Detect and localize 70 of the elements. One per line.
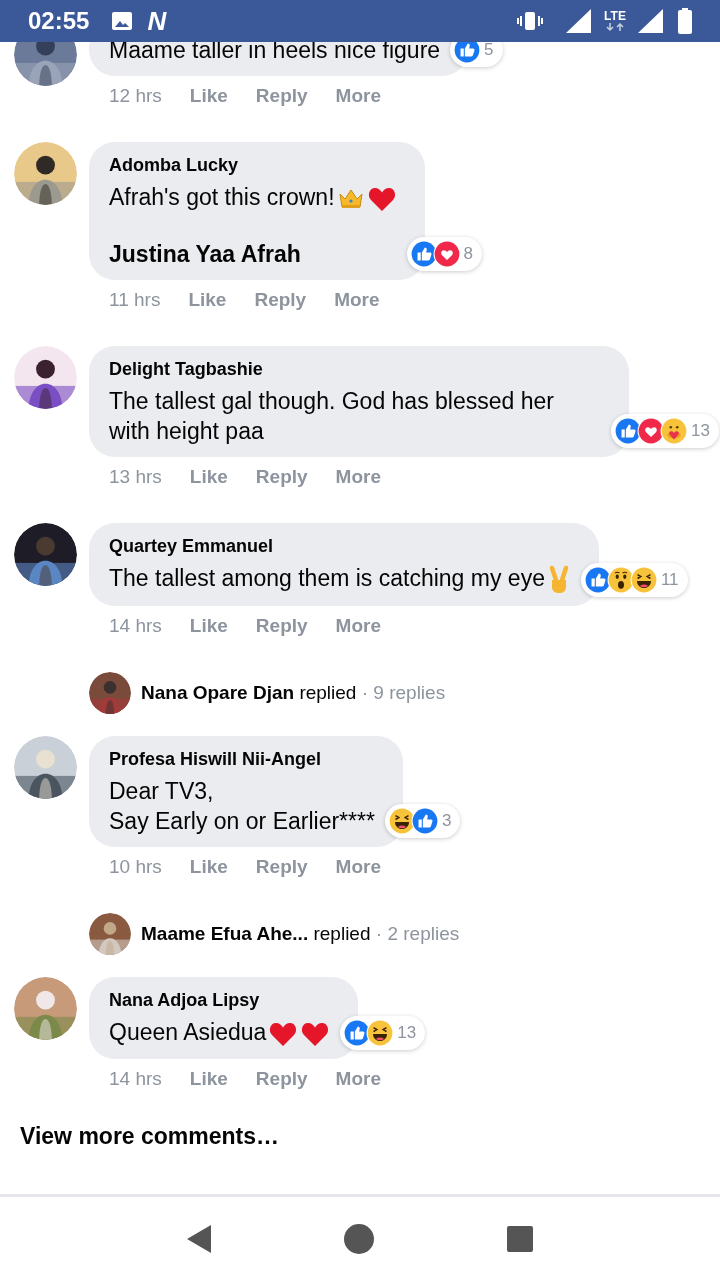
comment-author: Profesa Hiswill Nii-Angel: [109, 747, 323, 770]
back-icon[interactable]: [185, 1223, 212, 1254]
comment-time: 11 hrs: [109, 287, 161, 312]
reaction-summary[interactable]: 8: [406, 236, 482, 271]
comment-author: Adomba Lucky: [109, 154, 240, 176]
comment-author: Quartey Emmanuel: [109, 534, 275, 557]
comment-action-button[interactable]: More: [335, 462, 381, 492]
view-more-comments-link[interactable]: View more comments…: [20, 1120, 280, 1151]
laughing-reaction-icon: [629, 565, 658, 594]
signal-icon: [638, 9, 664, 33]
like-reaction-icon: [410, 806, 439, 835]
status-time: 02:55: [28, 6, 90, 36]
comment-time: 14 hrs: [109, 613, 162, 638]
comment-action-button[interactable]: Like: [189, 1064, 228, 1093]
data-arrows-icon: [604, 22, 626, 32]
comment-action-button[interactable]: Reply: [255, 462, 308, 492]
comment-action-button[interactable]: More: [335, 852, 381, 882]
comment-action-button[interactable]: Like: [189, 81, 228, 111]
comment-action-button[interactable]: Reply: [255, 1064, 308, 1093]
comment-action-button[interactable]: Like: [189, 611, 228, 641]
reaction-summary[interactable]: 13: [340, 1015, 426, 1050]
like-reaction-icon: [409, 239, 438, 268]
comment-author: Delight Tagbashie: [109, 357, 264, 380]
hug-reaction-icon: [660, 416, 688, 445]
comment-action-button[interactable]: Reply: [255, 611, 308, 641]
signal-icon: [566, 9, 592, 33]
reaction-summary[interactable]: 13: [611, 413, 719, 448]
laughing-reaction-icon: [387, 806, 416, 835]
image-icon: [111, 11, 134, 31]
comment-time: 14 hrs: [109, 1066, 162, 1091]
comment-time: 12 hrs: [109, 83, 162, 108]
replies-link[interactable]: Nana Opare Djan replied · 9 replies: [141, 678, 446, 708]
home-icon[interactable]: [343, 1222, 375, 1255]
reaction-summary[interactable]: 3: [384, 803, 461, 838]
battery-icon: [678, 8, 692, 34]
comment-action-button[interactable]: Reply: [255, 852, 308, 882]
comment-time: 13 hrs: [109, 464, 162, 489]
comment-action-button[interactable]: More: [335, 611, 381, 641]
comment-action-button[interactable]: Reply: [254, 285, 307, 315]
surprised-reaction-icon: [606, 565, 635, 594]
comment-action-button[interactable]: Like: [189, 462, 228, 492]
comment-action-button[interactable]: Like: [189, 852, 228, 882]
comment-action-button[interactable]: Like: [188, 285, 227, 315]
replies-link[interactable]: Maame Efua Ahe... replied · 2 replies: [141, 919, 460, 949]
reaction-summary[interactable]: 5: [450, 42, 503, 67]
comment-action-button[interactable]: More: [335, 1064, 381, 1093]
reaction-summary[interactable]: 11: [580, 562, 688, 597]
comment-text: Queen Asiedua: [109, 1018, 267, 1045]
comment-text: Maame taller in heels nice figure: [109, 42, 441, 63]
comment-author: Nana Adjoa Lipsy: [109, 988, 261, 1011]
like-reaction-icon: [453, 42, 482, 64]
heart-reaction-icon: [432, 239, 461, 268]
mentioned-name[interactable]: Justina Yaa Afrah: [109, 238, 397, 269]
comment-text: The tallest among them is catching my eye: [109, 564, 545, 591]
comment-action-button[interactable]: More: [335, 81, 381, 111]
comment-action-button[interactable]: More: [334, 285, 380, 315]
heart-reaction-icon: [637, 416, 665, 445]
comment-text: Say Early on or Earlier****: [109, 807, 375, 834]
like-reaction-icon: [583, 565, 612, 594]
app-logo: N: [147, 8, 167, 34]
comment-text: Dear TV3,: [109, 777, 214, 804]
comment-time: 10 hrs: [109, 854, 162, 879]
comment-action-button[interactable]: Reply: [255, 81, 308, 111]
vibrate-icon: [516, 11, 544, 31]
network-type: LTE: [604, 10, 626, 22]
recent-apps-icon[interactable]: [506, 1224, 535, 1253]
laughing-reaction-icon: [366, 1018, 395, 1047]
like-reaction-icon: [614, 416, 642, 445]
comment-text: The tallest gal though. God has blessed her with height paa: [109, 387, 554, 444]
comment-text: Afrah's got this crown!: [109, 184, 335, 210]
